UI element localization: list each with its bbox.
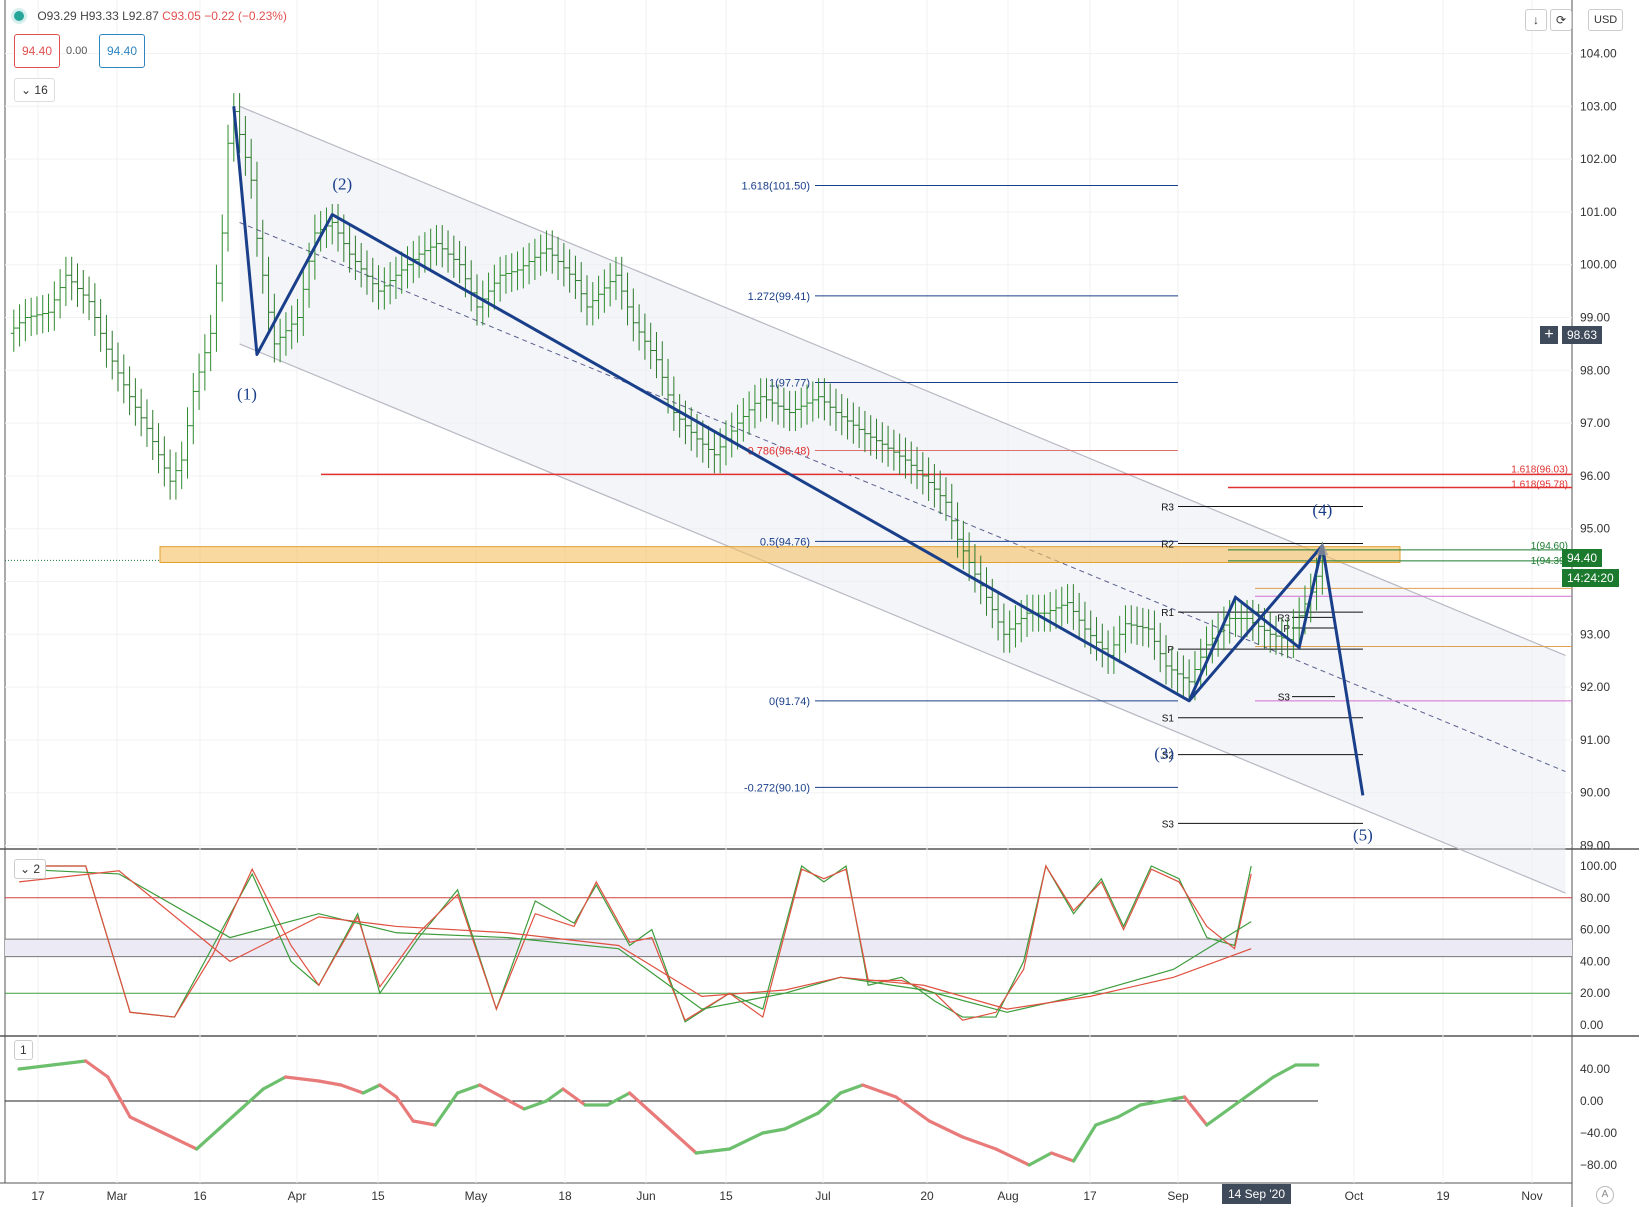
price-tick-label: 100.00 — [1580, 258, 1617, 272]
fib-level-label: 1.618(101.50) — [742, 181, 811, 193]
symbol-status-icon — [14, 11, 24, 21]
interval-toggle[interactable]: ⌄ 16 — [14, 78, 55, 102]
momentum-tick-label: 0.00 — [1580, 1094, 1604, 1108]
time-tick-label: 16 — [193, 1189, 207, 1203]
chevron-down-icon: ⌄ — [20, 862, 34, 876]
price-tick-label: 97.00 — [1580, 416, 1610, 430]
pivot-label: R3 — [1161, 503, 1174, 514]
time-tick-label: Mar — [107, 1189, 128, 1203]
elliott-wave-label: (5) — [1353, 825, 1373, 844]
stoch-band — [5, 939, 1572, 957]
crosshair-price-tag: 98.63 — [1562, 326, 1603, 344]
chevron-down-icon: ⌄ — [21, 83, 35, 97]
weekly-pivot-label: P — [1283, 624, 1290, 635]
fib-level-label: 1.272(99.41) — [748, 291, 810, 303]
fib-level-label: 0(91.74) — [769, 696, 810, 708]
spread-value: 0.00 — [66, 45, 88, 57]
price-tick-label: 93.00 — [1580, 627, 1610, 641]
time-tick-label: Apr — [288, 1189, 307, 1203]
stoch-pane-toggle[interactable]: ⌄ 2 — [14, 859, 47, 879]
fib-level-label: 1(97.77) — [769, 377, 810, 389]
buy-button[interactable]: 94.40 — [99, 34, 146, 68]
plus-icon[interactable]: + — [1540, 326, 1558, 344]
momentum-pane-label: 1 — [20, 1043, 27, 1057]
price-tick-label: 91.00 — [1580, 733, 1610, 747]
time-tick-label: 17 — [31, 1189, 45, 1203]
elliott-wave-label: (2) — [332, 175, 352, 194]
stoch-pane-label: 2 — [33, 862, 41, 876]
momentum-pane-toggle[interactable]: 1 — [14, 1040, 33, 1060]
interval-value: 16 — [34, 83, 48, 97]
arrow-down-icon[interactable]: ↓ — [1525, 9, 1547, 31]
stoch-tick-label: 40.00 — [1580, 954, 1610, 968]
time-tick-label: Nov — [1521, 1189, 1542, 1203]
stoch-tick-label: 100.00 — [1580, 859, 1617, 873]
time-tick-label: May — [465, 1189, 488, 1203]
price-tick-label: 96.00 — [1580, 469, 1610, 483]
price-tick-label: 92.00 — [1580, 680, 1610, 694]
fib-level-label: 0.5(94.76) — [760, 536, 810, 548]
price-tick-label: 95.00 — [1580, 522, 1610, 536]
extension-label: 1.618(96.03) — [1511, 464, 1568, 475]
time-tick-label: 19 — [1436, 1189, 1450, 1203]
time-tick-label: Jul — [815, 1189, 830, 1203]
momentum-tick-label: −40.00 — [1580, 1126, 1617, 1140]
time-tick-label: 15 — [719, 1189, 733, 1203]
open-value: O93.29 — [37, 9, 77, 23]
price-tick-label: 89.00 — [1580, 839, 1610, 853]
change-value: −0.22 (−0.23%) — [204, 9, 287, 23]
crosshair-date-tag: 14 Sep '20 — [1222, 1184, 1292, 1204]
fib-level-label: -0.272(90.10) — [744, 782, 810, 794]
price-tick-label: 99.00 — [1580, 311, 1610, 325]
time-tick-label: Oct — [1345, 1189, 1364, 1203]
pivot-label: S1 — [1162, 714, 1175, 725]
pivot-label: P — [1167, 645, 1174, 656]
weekly-pivot-label: S3 — [1278, 693, 1291, 704]
elliott-wave-label: (4) — [1312, 501, 1332, 520]
stoch-tick-label: 80.00 — [1580, 891, 1610, 905]
time-tick-label: Sep — [1167, 1189, 1189, 1203]
time-tick-label: 17 — [1083, 1189, 1097, 1203]
price-tick-label: 101.00 — [1580, 205, 1617, 219]
price-tick-label: 98.00 — [1580, 363, 1610, 377]
currency-button[interactable]: USD — [1588, 9, 1624, 31]
price-tick-label: 104.00 — [1580, 47, 1617, 61]
high-value: H93.33 — [80, 9, 119, 23]
stoch-tick-label: 0.00 — [1580, 1018, 1604, 1032]
pivot-label: R2 — [1161, 539, 1174, 550]
time-tick-label: Aug — [997, 1189, 1018, 1203]
weekly-pivot-label: R3 — [1277, 613, 1290, 624]
price-tick-label: 90.00 — [1580, 786, 1610, 800]
pivot-label: S3 — [1162, 819, 1175, 830]
close-value: C93.05 — [162, 9, 201, 23]
elliott-wave-label: (1) — [237, 384, 257, 403]
auto-scale-icon[interactable]: A — [1596, 1186, 1614, 1204]
stoch-tick-label: 60.00 — [1580, 923, 1610, 937]
time-tick-label: 20 — [920, 1189, 934, 1203]
pivot-label: R1 — [1161, 608, 1174, 619]
supply-zone — [159, 546, 1401, 563]
bar-timer-tag: 14:24:20 — [1562, 569, 1619, 587]
momentum-tick-label: −80.00 — [1580, 1158, 1617, 1172]
time-tick-label: 15 — [371, 1189, 385, 1203]
momentum-tick-label: 40.00 — [1580, 1062, 1610, 1076]
stoch-tick-label: 20.00 — [1580, 986, 1610, 1000]
chart-canvas[interactable]: 17 Mar 16 Apr 15 May 18 Jun 15 Jul 20 Aug 17 Sep Oct 19… — [0, 0, 1639, 1207]
refresh-icon[interactable]: ⟳ — [1550, 9, 1572, 31]
sell-button[interactable]: 94.40 — [14, 34, 61, 68]
ohlc-legend: O93.29 H93.33 L92.87 C93.05 −0.22 (−0.23… — [14, 9, 287, 23]
time-tick-label: Jun — [636, 1189, 655, 1203]
extension-label: 1.618(95.78) — [1511, 480, 1568, 491]
price-tick-label: 103.00 — [1580, 99, 1617, 113]
time-tick-label: 18 — [558, 1189, 572, 1203]
price-tick-label: 102.00 — [1580, 152, 1617, 166]
elliott-wave-label: (3) — [1154, 744, 1174, 763]
low-value: L92.87 — [122, 9, 159, 23]
last-price-tag: 94.40 — [1562, 549, 1603, 567]
